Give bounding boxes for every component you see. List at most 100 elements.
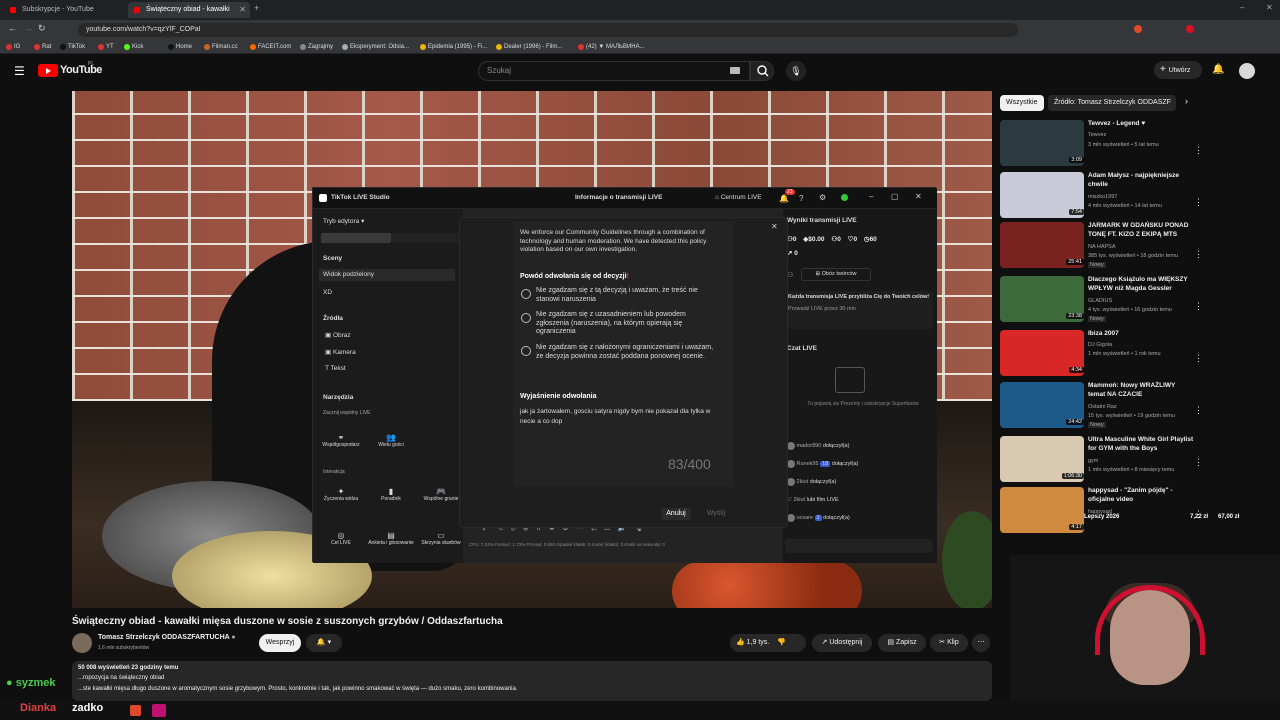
channel-name[interactable]: Tewvez bbox=[1088, 132, 1194, 138]
stream-info-title[interactable]: Informacje o transmisji LIVE bbox=[575, 194, 662, 201]
more-actions-icon[interactable]: ⋯ bbox=[972, 634, 990, 652]
keyboard-icon[interactable] bbox=[730, 67, 740, 74]
cancel-button[interactable]: Anuluj bbox=[661, 508, 691, 520]
channel-avatar[interactable] bbox=[72, 633, 92, 653]
bookmark[interactable]: Filman.cc bbox=[202, 40, 238, 54]
help-icon[interactable]: ? bbox=[799, 194, 803, 203]
video-title[interactable]: JARMARK W GDAŃSKU PONAD TONĘ FT. KIZO Z … bbox=[1088, 222, 1194, 239]
reason-option-3[interactable]: Nie zgadzam się z nałożonymi ograniczeni… bbox=[536, 344, 716, 361]
description-box[interactable]: 50 008 wyświetleń 23 godziny temu ...rop… bbox=[72, 661, 992, 701]
live-goal-button[interactable]: ◎ Cel LIVE bbox=[317, 531, 365, 546]
video-title[interactable]: Mammoń: Nowy WRAŻLIWY temat NA CZACIE bbox=[1088, 382, 1194, 399]
close-dialog-icon[interactable]: ✕ bbox=[771, 222, 778, 231]
create-button[interactable]: + Utwórz bbox=[1154, 61, 1202, 79]
portrait-mode-toggle[interactable] bbox=[321, 233, 391, 243]
chat-user[interactable]: Runek95 bbox=[797, 461, 819, 467]
bookmark[interactable]: YT bbox=[96, 40, 114, 54]
close-tab-icon[interactable]: ✕ bbox=[239, 2, 246, 18]
bookmark[interactable]: TikTok bbox=[58, 40, 85, 54]
share-button[interactable]: ↗ Udostępnij bbox=[812, 634, 872, 652]
bookmark[interactable]: Zagrajmy bbox=[298, 40, 333, 54]
chip-all[interactable]: Wszystkie bbox=[1000, 95, 1044, 111]
support-button[interactable]: Wesprzyj bbox=[259, 634, 301, 652]
poll-button[interactable]: ▤ Ankieta i głosowanie bbox=[367, 531, 415, 546]
menu-icon[interactable]: ☰ bbox=[14, 64, 25, 78]
source-item[interactable]: ▣ Kamera bbox=[325, 348, 356, 356]
chat-user[interactable]: 2kiut bbox=[797, 479, 809, 485]
promo-card[interactable]: Każda transmisja LIVE przybliża Cię do T… bbox=[785, 291, 933, 329]
channel-name[interactable]: Ostatni Raz bbox=[1088, 404, 1194, 410]
channel-name[interactable]: DJ Gigola bbox=[1088, 342, 1194, 348]
clip-button[interactable]: ✂ Klip bbox=[930, 634, 968, 652]
channel-name[interactable]: NA HAPSA bbox=[1088, 244, 1194, 250]
recommended-video[interactable]: 23:38 Dlaczego Książulo ma WIĘKSZY WPŁYW… bbox=[1000, 276, 1200, 324]
multi-guest-button[interactable]: 👥 Wielu gości bbox=[369, 433, 413, 448]
back-icon[interactable]: ← bbox=[8, 23, 17, 33]
channel-name[interactable]: Tomasz Strzelczyk ODDASZFARTUCHA ● bbox=[98, 634, 236, 641]
guide-button[interactable]: ▮ Poradnik bbox=[367, 487, 415, 502]
reason-option-2[interactable]: Nie zgadzam się z uzasadnieniem lub powo… bbox=[536, 311, 716, 337]
new-tab-icon[interactable]: + bbox=[254, 3, 259, 13]
bookmark[interactable]: Kick bbox=[122, 40, 143, 54]
cohost-button[interactable]: ⚭ Współgospodarz bbox=[317, 433, 365, 448]
tiktok-studio-icon[interactable] bbox=[152, 704, 166, 717]
maximize-icon[interactable]: ▢ bbox=[891, 192, 899, 201]
video-title[interactable]: Dlaczego Książulo ma WIĘKSZY WPŁYW niż M… bbox=[1088, 276, 1194, 293]
close-icon[interactable]: ✕ bbox=[915, 192, 922, 201]
video-title[interactable]: Ultra Masculine White Girl Playlist for … bbox=[1088, 436, 1194, 453]
forward-icon[interactable]: → bbox=[24, 23, 33, 33]
viewer-wishes-button[interactable]: ✦ Życzenia widza bbox=[317, 487, 365, 502]
source-item[interactable]: T Tekst bbox=[325, 365, 346, 372]
subscribe-bell-button[interactable]: 🔔 ▾ bbox=[306, 634, 342, 652]
chat-user[interactable]: cesare bbox=[797, 515, 814, 521]
reason-radio-1[interactable] bbox=[521, 289, 531, 299]
bookmark[interactable]: FACEIT.com bbox=[248, 40, 291, 54]
scene-item[interactable]: Widok podzielony bbox=[319, 269, 455, 281]
save-button[interactable]: ▤ Zapisz bbox=[878, 634, 926, 652]
notifications-bell-icon[interactable]: 🔔 bbox=[1212, 64, 1224, 75]
creators-camp-button[interactable]: ⊞ Obóz twórców bbox=[801, 268, 871, 281]
extension-icon[interactable] bbox=[1186, 25, 1194, 33]
recommended-video[interactable]: 7:54 Adam Małysz - najpiękniejsze chwile… bbox=[1000, 172, 1200, 220]
editor-mode-dropdown[interactable]: Tryb edytora ▾ bbox=[323, 217, 364, 225]
chat-input[interactable] bbox=[785, 539, 933, 553]
thumbs-down-icon[interactable]: 👎 bbox=[777, 639, 786, 646]
bookmark[interactable]: Rat bbox=[32, 40, 51, 54]
reason-radio-2[interactable] bbox=[521, 313, 531, 323]
recommended-video[interactable]: 4:17 happysad - "Zanim pójdę" - oficjaln… bbox=[1000, 487, 1200, 535]
chevron-right-icon[interactable]: › bbox=[1185, 96, 1188, 106]
notification-icon[interactable]: 🔔 bbox=[779, 194, 789, 203]
close-window-icon[interactable]: ✕ bbox=[1266, 3, 1273, 12]
video-title[interactable]: Tewvez - Legend ♥ bbox=[1088, 120, 1194, 129]
reason-option-1[interactable]: Nie zgadzam się z tą decyzją i uważam, ż… bbox=[536, 287, 716, 304]
video-title[interactable]: Ibiza 2007 bbox=[1088, 330, 1194, 339]
treasure-chest-button[interactable]: ▭ Skrzynia skarbów bbox=[417, 531, 465, 546]
channel-name[interactable]: gym bbox=[1088, 458, 1194, 464]
bookmark[interactable]: Dealer (1996) - Film... bbox=[494, 40, 562, 54]
reason-radio-3[interactable] bbox=[521, 346, 531, 356]
recommended-video[interactable]: 1:06:30 Ultra Masculine White Girl Playl… bbox=[1000, 436, 1200, 484]
recommended-video[interactable]: 4:34 Ibiza 2007 DJ Gigola 1 mln wyświetl… bbox=[1000, 330, 1200, 378]
bookmark[interactable]: Epidemia (1995) - Fi... bbox=[418, 40, 487, 54]
brave-browser-icon[interactable] bbox=[130, 705, 141, 716]
bookmark[interactable]: Eksperyment: Odsia... bbox=[340, 40, 409, 54]
browser-tab[interactable]: Subskrypcje - YouTube bbox=[4, 2, 124, 18]
chat-user[interactable]: mador890 bbox=[797, 443, 822, 449]
video-title[interactable]: happysad - "Zanim pójdę" - oficjalne vid… bbox=[1088, 487, 1194, 504]
search-input[interactable]: Szukaj bbox=[478, 61, 750, 81]
channel-name[interactable]: miszko1997 bbox=[1088, 194, 1194, 200]
bookmark[interactable]: (42) ▼ МАЛЬВИНА... bbox=[576, 40, 645, 54]
gaming-button[interactable]: 🎮 Wspólne granie bbox=[417, 487, 465, 502]
extension-icon[interactable] bbox=[1134, 25, 1142, 33]
minimize-icon[interactable]: – bbox=[869, 192, 873, 201]
youtube-logo-icon[interactable] bbox=[38, 64, 58, 77]
video-title[interactable]: Adam Małysz - najpiękniejsze chwile bbox=[1088, 172, 1194, 189]
landscape-mode-toggle[interactable] bbox=[391, 233, 461, 243]
chat-user[interactable]: 2kiut bbox=[793, 497, 805, 503]
chip-source[interactable]: Źródło: Tomasz Strzelczyk ODDASZF bbox=[1048, 95, 1176, 111]
channel-name[interactable]: GLADIUS bbox=[1088, 298, 1194, 304]
bookmark[interactable]: IG bbox=[4, 40, 20, 54]
scene-item[interactable]: XD bbox=[323, 289, 332, 296]
bookmark[interactable]: Home bbox=[166, 40, 192, 54]
url-field[interactable]: youtube.com/watch?v=qzYlF_COPaI bbox=[78, 23, 1018, 37]
